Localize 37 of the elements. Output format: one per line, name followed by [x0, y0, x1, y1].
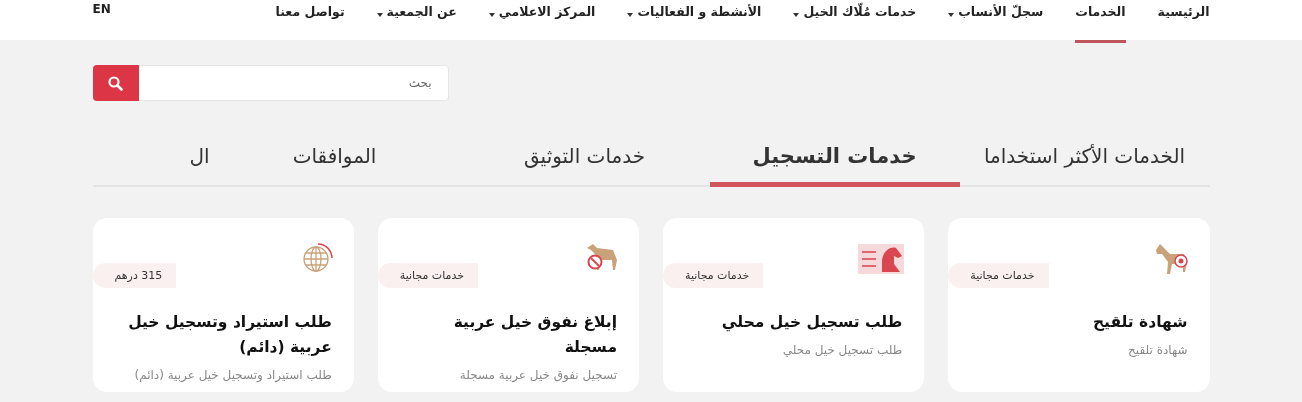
search-icon: [108, 75, 123, 91]
nav-link[interactable]: عن الجمعية: [376, 0, 457, 43]
search-field[interactable]: بحث: [138, 65, 449, 101]
service-card[interactable]: خدمات مجانية طلب تسجيل خيل محلي طلب تسجيل خيل محلي: [663, 218, 925, 392]
tab[interactable]: الموافقات: [209, 129, 460, 187]
card-subtitle: طلب استيراد وتسجيل خيل عربية (دائم): [133, 368, 333, 382]
card-subtitle: طلب تسجيل خيل محلي: [781, 343, 904, 357]
tab[interactable]: ال: [92, 129, 210, 187]
card-subtitle: تسجيل نفوق خيل عربية مسجلة: [458, 368, 618, 382]
tab[interactable]: خدمات التوثيق: [459, 129, 710, 187]
tab[interactable]: خدمات التسجيل: [709, 129, 960, 187]
nav-link[interactable]: الأنشطة و الفعاليات: [627, 0, 762, 43]
price-tag: خدمات مجانية: [377, 263, 479, 288]
globe-icon: [301, 242, 334, 274]
nav-link[interactable]: سجلّ الأنساب: [948, 0, 1044, 43]
price-tag: خدمات مجانية: [948, 263, 1049, 288]
horse-target-icon: [1153, 242, 1190, 276]
price-tag: خدمات مجانية: [663, 263, 764, 288]
tab[interactable]: الخدمات الأكثر استخداما: [959, 129, 1210, 187]
card-title: طلب تسجيل خيل محلي: [720, 312, 904, 334]
price-tag: 315 درهم: [92, 263, 177, 288]
service-card[interactable]: خدمات مجانية شهادة تلقيح شهادة تلقيح: [948, 218, 1210, 392]
nav-link[interactable]: الخدمات: [1075, 0, 1126, 43]
horse-prohibited-icon: [585, 242, 619, 272]
card-subtitle: شهادة تلقيح: [1127, 343, 1189, 357]
card-title: طلب استيراد وتسجيل خيل عربية (دائم): [127, 312, 333, 358]
card-title: إبلاغ نفوق خيل عربية مسجلة: [452, 312, 618, 358]
service-card[interactable]: خدمات مجانية إبلاغ نفوق خيل عربية مسجلة تسجيل نفوق خيل عربية مسجلة: [377, 218, 639, 392]
nav-link[interactable]: الرئيسية: [1157, 0, 1210, 43]
knight-list-icon: [858, 242, 905, 276]
search-button[interactable]: [92, 65, 139, 101]
service-card[interactable]: 315 درهم طلب استيراد وتسجيل خيل عربية (دائم) طلب استيراد وتسجيل خيل عربية (دائم): [92, 218, 354, 392]
nav-link[interactable]: تواصل معنا: [275, 0, 345, 43]
language-link[interactable]: EN: [92, 0, 111, 40]
nav-link[interactable]: خدمات مُلّاك الخيل: [793, 0, 917, 43]
nav-link[interactable]: المركز الاعلامي: [488, 0, 596, 43]
card-title: شهادة تلقيح: [1091, 312, 1189, 333]
